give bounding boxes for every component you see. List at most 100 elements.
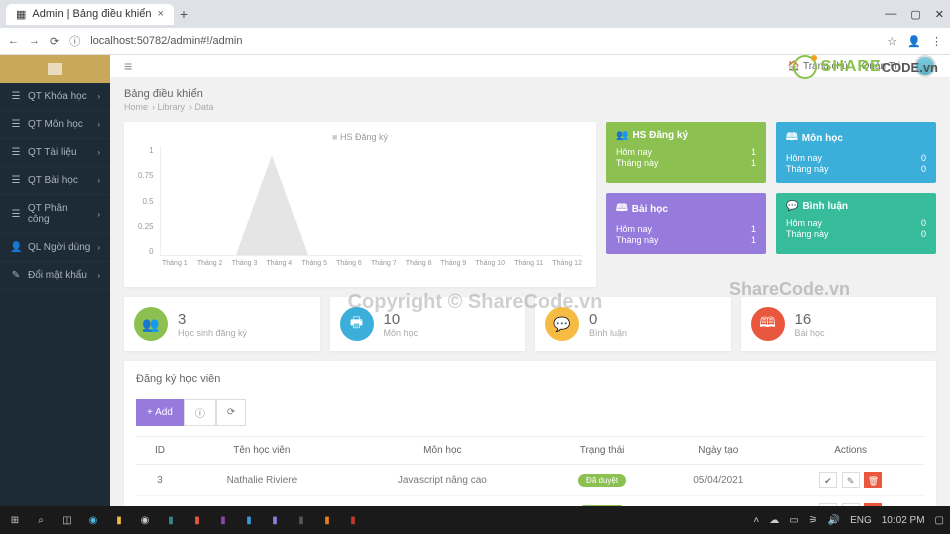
chart-card: HS Đăng ký 10.750.50.250 Tháng 1Tháng 2T…	[124, 122, 596, 287]
sidebar-label: Đổi mật khẩu	[28, 270, 87, 281]
tray-notif-icon[interactable]: ▢	[935, 515, 944, 526]
table-row: 3 Nathalie Riviere Javascript nâng cao Đ…	[136, 465, 924, 496]
app-icon-2[interactable]: ▮	[188, 511, 206, 529]
close-window-icon[interactable]: ✕	[935, 8, 944, 21]
stat-icon: 👥	[134, 307, 168, 341]
card-icon: 💬	[786, 201, 798, 212]
main: ≡ 🏠 Trang chủ Quản Trị Bảng điều khiển H…	[110, 55, 950, 507]
tray-lang[interactable]: ENG	[850, 515, 872, 526]
sidebar-item-4[interactable]: ☰ QT Phân công ›	[0, 195, 110, 234]
profile-icon[interactable]: 👤	[907, 35, 921, 48]
chevron-right-icon: ›	[97, 210, 100, 219]
sidebar-icon: ☰	[10, 147, 22, 158]
add-button[interactable]: Add	[136, 399, 184, 426]
content: Bảng điều khiển Home› Library› Data HS Đ…	[110, 78, 950, 507]
app-icon-5[interactable]: ▮	[266, 511, 284, 529]
approve-button[interactable]: ✔	[819, 472, 837, 488]
app-icon-6[interactable]: ▮	[292, 511, 310, 529]
card-icon: 👥	[616, 130, 628, 141]
info-card: 🕮Bài học Hôm nay1Tháng này1	[606, 193, 766, 254]
panel-title: Đăng ký học viên	[136, 373, 924, 385]
tray-wifi-icon[interactable]: ⚞	[809, 515, 818, 526]
stat-card: 🖶 10Môn học	[330, 297, 526, 351]
search-icon[interactable]: ⌕	[32, 511, 50, 529]
sidebar-logo[interactable]	[0, 55, 110, 83]
breadcrumb: Home› Library› Data	[124, 102, 936, 112]
maximize-icon[interactable]: ▢	[910, 8, 920, 21]
refresh-button[interactable]: ⟳	[216, 399, 246, 426]
sidebar-icon: ☰	[10, 175, 22, 186]
app-icon-4[interactable]: ▮	[240, 511, 258, 529]
explorer-icon[interactable]: ▮	[110, 511, 128, 529]
edge-icon[interactable]: ◉	[84, 511, 102, 529]
page-title: Bảng điều khiển	[124, 88, 936, 100]
th: Actions	[777, 437, 924, 465]
info-cards: 👥HS Đăng ký Hôm nay1Tháng này1 🕮Môn học …	[606, 122, 936, 287]
th: Ngày tạo	[659, 437, 777, 465]
tray-up-icon[interactable]: ˄	[753, 515, 759, 526]
chrome-icon[interactable]: ◉	[136, 511, 154, 529]
sidebar-icon: ☰	[10, 119, 22, 130]
stat-icon: 🕮	[751, 307, 785, 341]
close-tab-icon[interactable]: ×	[157, 8, 163, 20]
tray-display-icon[interactable]: ▭	[789, 515, 798, 526]
tab-favicon: ▦	[16, 8, 26, 21]
bookmark-icon[interactable]: ☆	[887, 35, 897, 48]
tab-title: Admin | Bảng điều khiển	[32, 8, 151, 20]
sidebar: ☰ QT Khóa học › ☰ QT Môn học › ☰ QT Tài …	[0, 55, 110, 507]
windows-taskbar: ⊞ ⌕ ◫ ◉ ▮ ◉ ▮ ▮ ▮ ▮ ▮ ▮ ▮ ▮ ˄ ☁ ▭ ⚞ 🔊 EN…	[0, 506, 950, 534]
address-bar: ← → ⟳ ⓘ ☆ 👤 ⋮	[0, 28, 950, 54]
table-panel: Đăng ký học viên Add ⓘ ⟳ IDTên học viênM…	[124, 361, 936, 507]
start-icon[interactable]: ⊞	[6, 511, 24, 529]
sidebar-icon: ☰	[10, 209, 22, 220]
sidebar-item-3[interactable]: ☰ QT Bài học ›	[0, 167, 110, 195]
app-icon-7[interactable]: ▮	[318, 511, 336, 529]
sidebar-label: QT Phân công	[28, 203, 91, 225]
tray-time[interactable]: 10:02 PM	[882, 515, 925, 526]
brand-watermark: SHARE CODE.vn	[793, 55, 938, 79]
students-table: IDTên học viênMôn họcTrạng tháiNgày tạoA…	[136, 436, 924, 507]
app-icon-3[interactable]: ▮	[214, 511, 232, 529]
app-root: SHARE CODE.vn ☰ QT Khóa học › ☰ QT Môn h…	[0, 55, 950, 507]
card-icon: 🕮	[786, 130, 798, 147]
info-card: 💬Bình luận Hôm nay0Tháng này0	[776, 193, 936, 254]
sidebar-item-0[interactable]: ☰ QT Khóa học ›	[0, 83, 110, 111]
task-view-icon[interactable]: ◫	[58, 511, 76, 529]
stat-cards-row: 👥 3Học sinh đăng ký 🖶 10Môn học 💬 0Bình …	[124, 297, 936, 351]
edit-button[interactable]: ✎	[842, 472, 860, 488]
window-controls: — ▢ ✕	[885, 8, 944, 21]
back-icon[interactable]: ←	[8, 35, 19, 48]
sidebar-item-1[interactable]: ☰ QT Môn học ›	[0, 111, 110, 139]
tray-cloud-icon[interactable]: ☁	[769, 515, 779, 526]
app-icon-1[interactable]: ▮	[162, 511, 180, 529]
th: Môn học	[340, 437, 545, 465]
chevron-right-icon: ›	[97, 92, 100, 101]
stat-card: 👥 3Học sinh đăng ký	[124, 297, 320, 351]
info-button[interactable]: ⓘ	[184, 399, 216, 426]
tab-bar: ▦ Admin | Bảng điều khiển × + — ▢ ✕	[0, 0, 950, 28]
sidebar-label: QT Bài học	[28, 175, 78, 186]
menu-icon[interactable]: ⋮	[931, 35, 942, 48]
chart-legend: HS Đăng ký	[138, 132, 582, 142]
sidebar-item-2[interactable]: ☰ QT Tài liệu ›	[0, 139, 110, 167]
browser-tab[interactable]: ▦ Admin | Bảng điều khiển ×	[6, 4, 174, 25]
th: ID	[136, 437, 184, 465]
info-card: 🕮Môn học Hôm nay0Tháng này0	[776, 122, 936, 183]
site-info-icon[interactable]: ⓘ	[69, 33, 80, 49]
reload-icon[interactable]: ⟳	[50, 35, 59, 48]
sidebar-item-5[interactable]: 👤 QL Ngời dùng ›	[0, 234, 110, 262]
minimize-icon[interactable]: —	[885, 8, 896, 21]
brand-logo-icon	[793, 55, 817, 79]
status-badge: Đã duyệt	[578, 474, 626, 487]
chevron-right-icon: ›	[97, 176, 100, 185]
app-icon-8[interactable]: ▮	[344, 511, 362, 529]
th: Tên học viên	[184, 437, 340, 465]
sidebar-item-6[interactable]: ✎ Đổi mật khẩu ›	[0, 262, 110, 290]
chevron-right-icon: ›	[97, 271, 100, 280]
delete-button[interactable]: 🗑	[864, 472, 882, 488]
tray-sound-icon[interactable]: 🔊	[828, 515, 840, 526]
new-tab-button[interactable]: +	[180, 6, 188, 22]
hamburger-icon[interactable]: ≡	[124, 58, 132, 74]
forward-icon[interactable]: →	[29, 35, 40, 48]
url-input[interactable]	[90, 35, 877, 47]
